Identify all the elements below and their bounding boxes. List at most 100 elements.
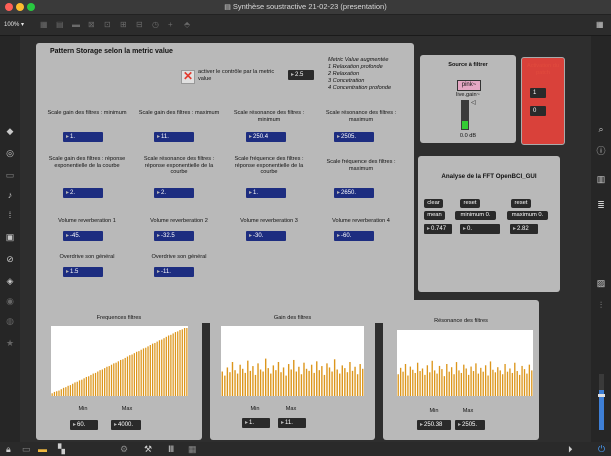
slider-bar[interactable] [362, 368, 364, 396]
slider-bar[interactable] [280, 372, 282, 396]
slider-bar[interactable] [221, 371, 223, 396]
slider-bar[interactable] [145, 347, 147, 396]
slider-bar[interactable] [429, 372, 431, 396]
camera-icon[interactable]: ▨ [595, 278, 607, 288]
slider-bar[interactable] [472, 371, 475, 396]
slider-bar[interactable] [257, 363, 259, 396]
settings-icon[interactable]: ◍ [4, 316, 16, 326]
slider-bar[interactable] [424, 374, 426, 396]
param-number-box[interactable]: ▸250.4 [246, 132, 286, 142]
list-icon[interactable]: ⊟ [136, 21, 143, 29]
slider-bar[interactable] [412, 369, 414, 396]
param-number-box[interactable]: ▸-45. [63, 231, 103, 241]
slider-bar[interactable] [397, 374, 399, 396]
slider-bar[interactable] [161, 339, 163, 396]
search-icon[interactable]: ⌕ [595, 124, 607, 134]
slider-bar[interactable] [509, 368, 511, 396]
slider-bar[interactable] [489, 361, 492, 396]
slider-bar[interactable] [453, 374, 455, 396]
activate-checkbox[interactable]: ✕ [181, 70, 195, 84]
table-icon[interactable]: ▦ [188, 444, 197, 454]
toggle-icon[interactable]: ◷ [152, 21, 159, 29]
slider-bar[interactable] [285, 375, 287, 396]
slider-bar[interactable] [229, 372, 231, 396]
slider-bar[interactable] [482, 371, 484, 396]
slider-bar[interactable] [303, 362, 305, 396]
activation-value-2[interactable]: 0 [530, 106, 546, 116]
slider-bar[interactable] [74, 382, 76, 396]
mean-button[interactable]: mean [424, 211, 445, 220]
slider-bar[interactable] [72, 383, 74, 396]
slider-bar[interactable] [163, 338, 165, 396]
slider-bar[interactable] [174, 332, 177, 396]
slider-bar[interactable] [484, 365, 487, 396]
slider-bar[interactable] [506, 371, 509, 396]
slider-bar[interactable] [133, 353, 135, 396]
slider-bar[interactable] [272, 365, 275, 396]
slider-bar[interactable] [51, 393, 53, 396]
number-icon[interactable]: ⊞ [120, 21, 127, 29]
slider-bar[interactable] [236, 373, 239, 396]
slider-bar[interactable] [104, 368, 106, 396]
slider-bar[interactable] [467, 374, 470, 396]
music-icon[interactable]: ♪ [4, 190, 16, 200]
slider-bar[interactable] [239, 364, 241, 396]
slider-bar[interactable] [433, 370, 436, 396]
slider-bar[interactable] [323, 374, 326, 396]
slider-bar[interactable] [518, 374, 521, 396]
slider-bar[interactable] [409, 366, 412, 396]
slider-bar[interactable] [170, 334, 172, 396]
slider-bar[interactable] [443, 376, 446, 396]
mean-value[interactable]: ▸0.747 [424, 224, 452, 234]
metric-value-box[interactable]: ▸2.5 [288, 70, 314, 80]
slider-bar[interactable] [426, 365, 429, 396]
patcher-icon[interactable]: ⁞ [4, 210, 16, 220]
slider-bar[interactable] [67, 385, 69, 396]
zoom-menu[interactable]: 100% ▾ [4, 21, 24, 28]
slider-bar[interactable] [142, 348, 145, 396]
list-view-icon[interactable]: ≣ [595, 200, 607, 210]
slider-bar[interactable] [136, 351, 138, 396]
slider-bar[interactable] [463, 364, 465, 396]
slider-bar[interactable] [122, 359, 124, 396]
slider-bar[interactable] [331, 371, 333, 396]
slider-bar[interactable] [126, 356, 129, 396]
slider-bar[interactable] [242, 368, 244, 396]
slider-bar[interactable] [333, 359, 336, 396]
slider-bar[interactable] [88, 376, 90, 396]
presentation-icon[interactable]: ▭ [22, 444, 31, 454]
slider-bar[interactable] [438, 365, 441, 396]
slider-bar[interactable] [78, 380, 81, 396]
slider-bar[interactable] [90, 374, 92, 396]
slider-bar[interactable] [83, 378, 85, 396]
volume-slider-handle[interactable] [598, 394, 605, 397]
slider-bar[interactable] [262, 371, 264, 396]
frequencies-multislider[interactable] [51, 326, 188, 396]
slider-bar[interactable] [181, 329, 183, 396]
param-number-box[interactable]: ▸2. [63, 188, 103, 198]
slider-bar[interactable] [446, 364, 448, 396]
slider-bar[interactable] [318, 370, 321, 396]
slider-bar[interactable] [101, 369, 104, 396]
slider-bar[interactable] [321, 366, 323, 396]
slider-bar[interactable] [165, 336, 167, 396]
slider-bar[interactable] [450, 367, 453, 396]
param-number-box[interactable]: ▸-32.5 [154, 231, 194, 241]
package-icon[interactable]: ◈ [4, 276, 16, 286]
slider-bar[interactable] [224, 375, 226, 396]
wrench-icon[interactable]: ⚒ [144, 444, 152, 454]
param-number-box[interactable]: ▸2505. [334, 132, 374, 142]
slider-bar[interactable] [154, 342, 156, 396]
slider-bar[interactable] [336, 369, 338, 396]
reset-button[interactable]: reset [511, 199, 531, 208]
columns-icon[interactable]: Ⅲ [168, 444, 174, 454]
slider-bar[interactable] [124, 357, 126, 396]
slider-bar[interactable] [186, 328, 188, 396]
lock-icon[interactable]: 🔒︎ [6, 444, 11, 454]
slider-bar[interactable] [108, 366, 110, 396]
slider-bar[interactable] [247, 360, 249, 396]
slider-bar[interactable] [523, 369, 526, 396]
gain-max-box[interactable]: ▸11. [278, 418, 306, 428]
slider-bar[interactable] [110, 364, 113, 396]
param-number-box[interactable]: ▸-60. [334, 231, 374, 241]
